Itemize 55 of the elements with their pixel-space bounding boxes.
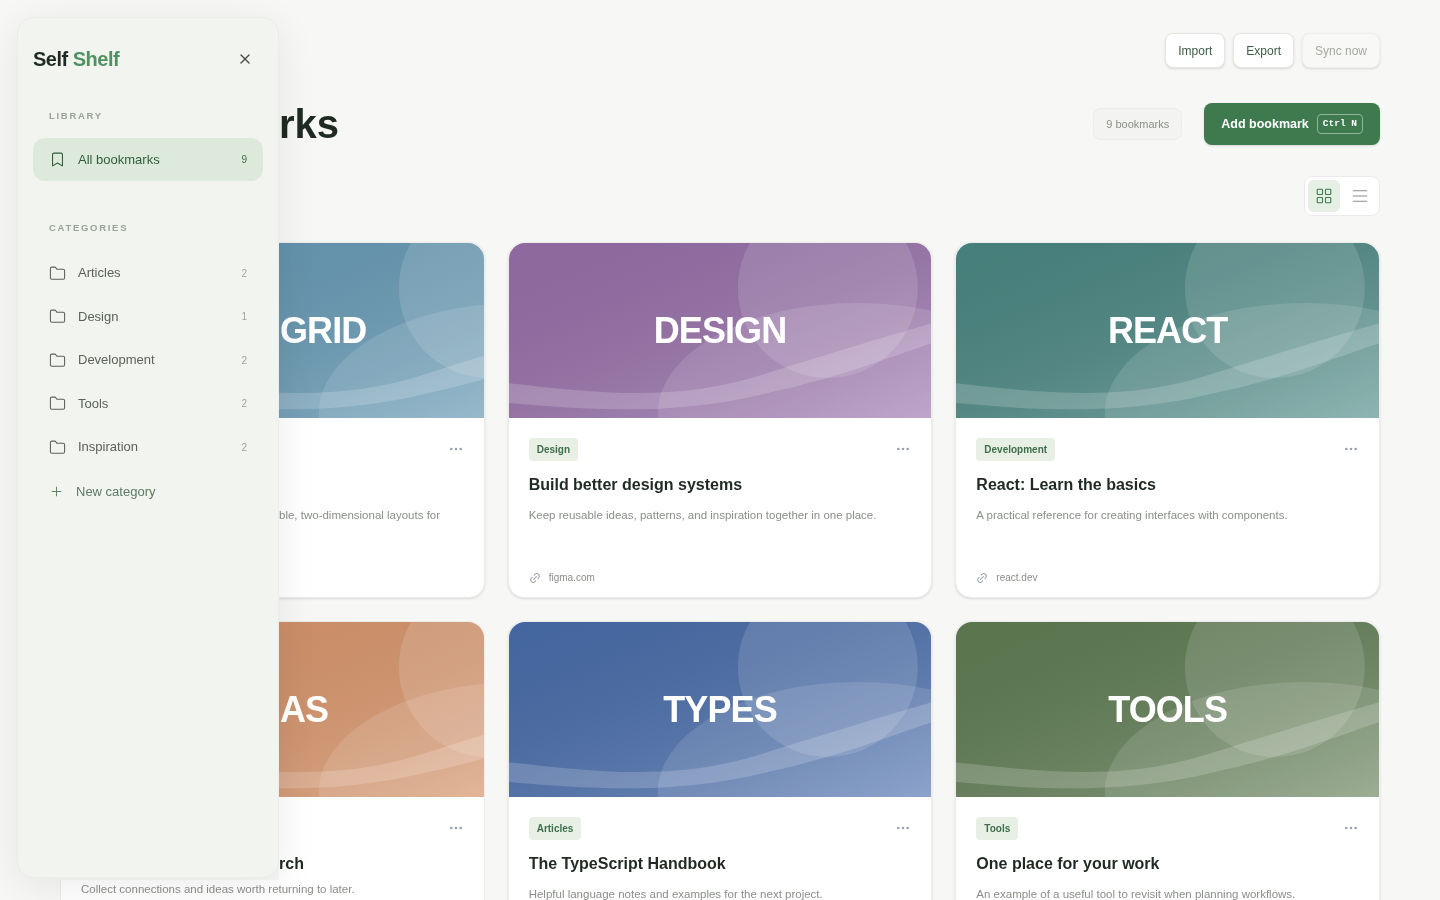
section-heading: LIBRARY [48,109,104,123]
sidebar-item[interactable]: All bookmarks 9 [33,138,263,182]
site-link[interactable]: react.dev [996,570,1038,586]
cover-title: GRID [280,312,367,349]
list-icon [1351,187,1369,205]
plus-icon [49,484,64,499]
bookmark-card[interactable]: GRID ble, two-dimensional layouts for [279,242,485,598]
page-title: rks [279,104,340,144]
card-description: An example of a useful tool to revisit when planning workflows. [976,887,1297,900]
card-description: Helpful language notes and examples for the next project. [528,887,824,900]
folder-icon [49,395,66,412]
bookmark-card[interactable]: TOOLS Tools One place for your work An example of a useful tool to revisit when planning workflows. [955,621,1380,900]
grid-view-button[interactable] [1308,180,1340,212]
bookmark-card[interactable]: DESIGN Design Build better design systems Keep reusable ideas, patterns, and inspiration together in one place. figma.com [507,242,933,598]
sidebar-item[interactable]: Development 2 [33,338,263,382]
folder-icon [49,438,66,456]
category-tag: Tools [976,816,1019,840]
add-bookmark-button[interactable]: Add bookmark Ctrl N [1204,103,1380,145]
bookmark-card[interactable]: TYPES Articles The TypeScript Handbook Helpful language notes and examples for the next project. [507,621,933,900]
cover-title: TOOLS [1108,691,1228,728]
folder-icon [49,264,66,282]
sidebar-item[interactable]: Articles 2 [33,251,263,295]
cover-title: TYPES [663,691,777,728]
card-title: One place for your work [976,854,1160,874]
toolbar-button[interactable]: Export [1233,33,1294,68]
toolbar-button[interactable]: Import [1165,33,1226,68]
folder-icon [49,308,66,325]
shortcut-key: Ctrl N [1316,113,1363,135]
bookmark-icon [49,151,66,169]
card-title: Build better design systems [528,475,743,495]
category-tag: Development [976,437,1056,461]
card-description: A practical reference for creating interfaces with components. [976,508,1289,523]
section-heading: CATEGORIES [48,221,130,236]
card-description: Collect connections and ideas worth returning to later. [81,882,356,897]
grid-icon [1315,187,1333,205]
sidebar-item[interactable]: Inspiration 2 [33,425,263,469]
card-description: ble, two-dimensional layouts for [279,508,442,523]
count-badge: 9 bookmarks [1093,108,1183,140]
new-category-button[interactable]: New category [49,476,156,507]
app-logo: Self Shelf [33,47,120,72]
cover-title: AS [280,691,329,728]
bookmark-card[interactable]: REACT Development React: Learn the basics A practical reference for creating interfaces with components. react.dev [955,242,1380,598]
folder-icon [49,351,66,369]
card-title: The TypeScript Handbook [528,854,726,874]
cover-title: REACT [1107,312,1228,349]
site-link[interactable]: figma.com [548,570,595,586]
category-tag: Design [528,437,578,461]
bookmark-card[interactable]: AS rch [279,621,485,880]
card-description: Keep reusable ideas, patterns, and inspiration together in one place. [528,508,878,523]
cover-title: DESIGN [653,312,787,349]
card-title: React: Learn the basics [976,475,1156,495]
card-title: rch [279,854,304,874]
sidebar-item[interactable]: Design 1 [33,295,263,338]
sidebar-item[interactable]: Tools 2 [33,382,263,425]
category-tag: Articles [528,816,582,840]
